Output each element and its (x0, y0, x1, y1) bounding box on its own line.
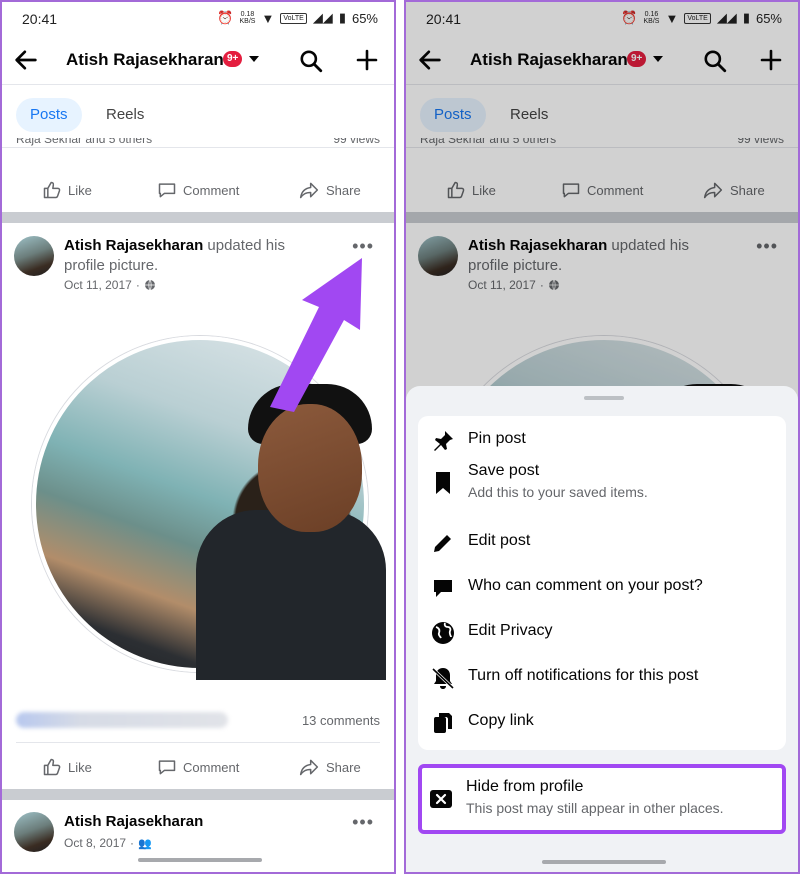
copy-icon (430, 710, 456, 736)
bookmark-icon (430, 470, 456, 496)
comments-count[interactable]: 13 comments (302, 713, 380, 728)
status-bar: 20:41 ⏰ 0.18 KB/S ▼ VoLTE ◢◢ ▮ 65% (2, 2, 394, 36)
sheet-grabber[interactable] (584, 396, 624, 400)
share-button[interactable]: Share (298, 757, 361, 777)
volte-icon: VoLTE (280, 12, 307, 24)
post-date[interactable]: Oct 11, 2017 (64, 278, 132, 292)
network-speed: 0.18 KB/S (239, 11, 256, 25)
post-actions: Like Comment Share (2, 747, 394, 787)
reactions-blurred (16, 712, 228, 728)
notification-badge: 9+ (223, 51, 243, 67)
alarm-icon: ⏰ (217, 10, 234, 25)
thumbs-up-icon (43, 181, 61, 199)
post-meta: Oct 11, 2017 · (64, 278, 156, 292)
bell-off-icon (430, 665, 456, 691)
friends-icon: 👥 (138, 837, 152, 850)
comment-bubble-icon (430, 575, 456, 601)
post-author[interactable]: Atish Rajasekharan (64, 237, 203, 254)
options-menu: Pin post Save post Add this to your save… (418, 416, 786, 750)
tab-reels[interactable]: Reels (92, 98, 158, 132)
search-icon[interactable] (298, 48, 324, 74)
menu-hide-from-profile[interactable]: Hide from profile This post may still ap… (418, 764, 786, 834)
battery-percent: 65% (351, 10, 378, 26)
comment-button[interactable]: Comment (157, 180, 239, 200)
menu-save-post[interactable]: Save post Add this to your saved items. (418, 462, 786, 524)
more-options-icon[interactable]: ••• (352, 812, 374, 833)
pin-icon (430, 428, 456, 454)
menu-turn-off-notifications[interactable]: Turn off notifications for this post (418, 665, 786, 705)
battery-icon: ▮ (338, 10, 346, 25)
thumbs-up-icon (43, 758, 61, 776)
chevron-down-icon[interactable] (248, 54, 260, 64)
close-square-icon (428, 786, 454, 812)
profile-tabs: Posts Reels (2, 94, 394, 138)
post-separator (2, 212, 394, 223)
status-time: 20:41 (22, 11, 58, 27)
share-button[interactable]: Share (298, 180, 361, 200)
header-divider (2, 84, 394, 85)
next-post-header: Atish Rajasekharan Oct 8, 2017 · 👥 ••• (14, 812, 382, 862)
right-screen: 20:41 ⏰ 0.16 KB/S ▼ VoLTE ◢◢ ▮ 65% Atish … (404, 0, 800, 874)
avatar[interactable] (14, 236, 54, 276)
pencil-icon (430, 530, 456, 556)
share-icon (299, 182, 319, 199)
signal-icon: ◢◢ (312, 10, 333, 25)
post-options-sheet: Pin post Save post Add this to your save… (406, 386, 798, 872)
menu-edit-privacy[interactable]: Edit Privacy (418, 620, 786, 660)
menu-copy-link[interactable]: Copy link (418, 710, 786, 750)
home-indicator (138, 858, 262, 862)
header-title[interactable]: Atish Rajasekharan (66, 50, 224, 70)
menu-edit-post[interactable]: Edit post (418, 530, 786, 570)
left-screen: 20:41 ⏰ 0.18 KB/S ▼ VoLTE ◢◢ ▮ 65% Atish … (0, 0, 396, 874)
comment-icon (158, 760, 176, 775)
share-icon (299, 759, 319, 776)
home-indicator (542, 860, 666, 864)
globe-icon (144, 279, 155, 291)
plus-icon[interactable] (355, 48, 379, 72)
post-date[interactable]: Oct 8, 2017 (64, 836, 126, 850)
post-author[interactable]: Atish Rajasekharan (64, 813, 203, 830)
back-arrow-icon[interactable] (12, 46, 40, 74)
prev-post-actions: Like Comment Share (2, 170, 394, 210)
comment-icon (158, 183, 176, 198)
post-separator (2, 789, 394, 800)
wifi-icon: ▼ (261, 10, 275, 26)
post-meta: Oct 8, 2017 · 👥 (64, 836, 152, 850)
avatar[interactable] (14, 812, 54, 852)
comment-button[interactable]: Comment (157, 757, 239, 777)
menu-who-can-comment[interactable]: Who can comment on your post? (418, 575, 786, 615)
tab-posts[interactable]: Posts (16, 98, 82, 132)
pointer-arrow-annotation (270, 258, 362, 412)
like-button[interactable]: Like (42, 180, 92, 200)
like-button[interactable]: Like (42, 757, 92, 777)
globe-icon (430, 620, 456, 646)
prev-post-reactions: Raja Sekhar and 5 others 99 views (16, 138, 380, 146)
profile-header: Atish Rajasekharan 9+ (2, 36, 394, 84)
